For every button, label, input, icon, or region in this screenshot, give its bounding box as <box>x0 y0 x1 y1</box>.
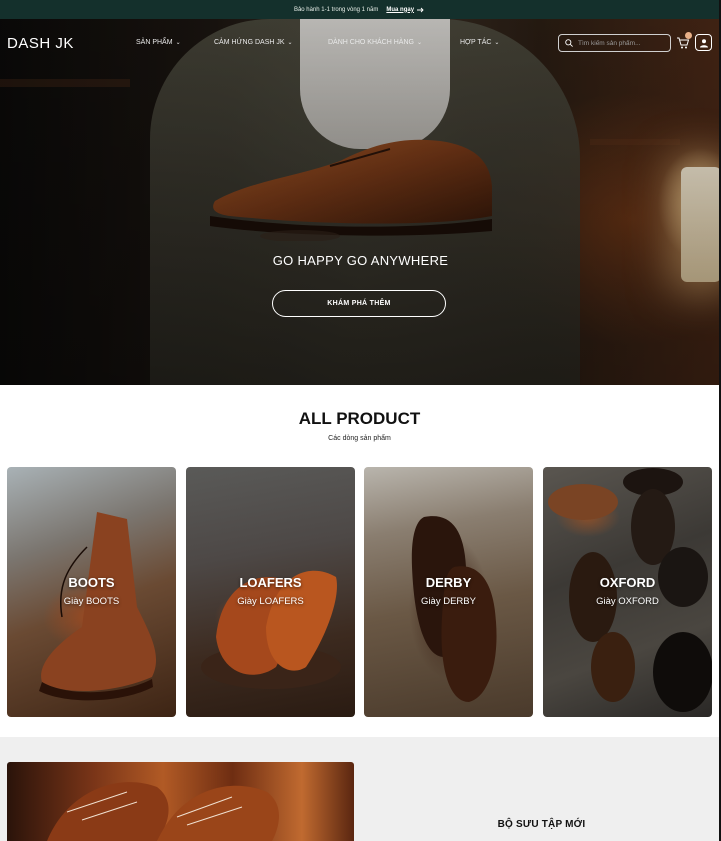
brand-logo[interactable]: DASH JK <box>7 35 74 52</box>
category-subtitle: Giày OXFORD <box>596 596 659 607</box>
category-card-boots[interactable]: BOOTS Giày BOOTS <box>7 467 176 717</box>
loafers-image <box>201 570 341 689</box>
category-card-loafers[interactable]: LOAFERS Giày LOAFERS <box>186 467 355 717</box>
nav-item-label: DÀNH CHO KHÁCH HÀNG <box>328 39 414 46</box>
new-collection-title: BỘ SƯU TẬP MỚI <box>497 819 586 830</box>
page: Bảo hành 1-1 trong vòng 1 năm Mua ngay D… <box>0 0 721 841</box>
all-product-title: ALL PRODUCT <box>298 409 421 428</box>
collection-shoes-image <box>47 782 279 841</box>
category-label: DERBY Giày DERBY <box>364 575 533 607</box>
category-name: OXFORD <box>599 575 656 590</box>
explore-more-button[interactable]: KHÁM PHÁ THÊM <box>272 290 446 317</box>
category-card-derby[interactable]: DERBY Giày DERBY <box>364 467 533 717</box>
search-box[interactable] <box>558 34 671 52</box>
category-name: BOOTS <box>68 575 115 590</box>
buy-now-link[interactable]: Mua ngay <box>386 7 425 13</box>
search-input[interactable] <box>578 39 666 47</box>
category-subtitle: Giày DERBY <box>421 596 476 607</box>
category-label: OXFORD Giày OXFORD <box>543 575 712 607</box>
cart-badge <box>685 32 692 39</box>
category-label: BOOTS Giày BOOTS <box>7 575 176 607</box>
chevron-down-icon: ⌄ <box>287 40 293 46</box>
chevron-down-icon: ⌄ <box>175 40 181 46</box>
category-subtitle: Giày BOOTS <box>63 596 120 607</box>
derby-image <box>411 516 497 702</box>
chevron-down-icon: ⌄ <box>494 40 500 46</box>
user-icon <box>699 38 708 47</box>
category-label: LOAFERS Giày LOAFERS <box>186 575 355 607</box>
hero-title: GO HAPPY GO ANYWHERE <box>272 253 449 268</box>
nav-item-label: SẢN PHẨM <box>136 39 173 46</box>
user-account-button[interactable] <box>695 34 712 51</box>
arrow-right-icon <box>417 7 424 12</box>
category-subtitle: Giày LOAFERS <box>237 596 304 607</box>
announcement-bar: Bảo hành 1-1 trong vòng 1 năm Mua ngay <box>0 0 719 19</box>
category-card-oxford[interactable]: OXFORD Giày OXFORD <box>543 467 712 717</box>
nav-item-label: CẢM HỨNG DASH JK <box>214 39 285 46</box>
hero-overlay <box>0 19 719 385</box>
all-product-subtitle: Các dòng sản phẩm <box>328 435 391 442</box>
search-icon[interactable] <box>565 39 573 47</box>
category-name: LOAFERS <box>239 575 302 590</box>
announcement-text: Bảo hành 1-1 trong vòng 1 năm <box>293 6 379 13</box>
nav-item-cam-hung[interactable]: CẢM HỨNG DASH JK ⌄ <box>214 39 293 46</box>
buy-now-label: Mua ngay <box>386 6 415 13</box>
nav-item-hop-tac[interactable]: HỢP TÁC ⌄ <box>460 39 499 46</box>
nav-item-khach-hang[interactable]: DÀNH CHO KHÁCH HÀNG ⌄ <box>328 39 422 46</box>
category-name: DERBY <box>425 575 472 590</box>
nav-item-label: HỢP TÁC <box>460 39 492 46</box>
nav-item-san-pham[interactable]: SẢN PHẨM ⌄ <box>136 39 181 46</box>
chevron-down-icon: ⌄ <box>416 40 422 46</box>
hero-banner: DASH JK SẢN PHẨM ⌄ CẢM HỨNG DASH JK ⌄ DÀ… <box>0 19 719 385</box>
collection-image[interactable] <box>7 762 354 841</box>
boots-image <box>39 512 157 701</box>
